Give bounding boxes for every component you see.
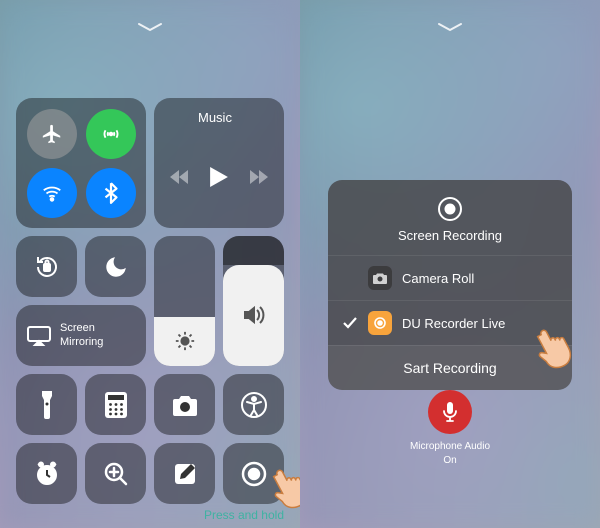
microphone-label: Microphone Audio On bbox=[300, 440, 600, 468]
screen-mirroring-button[interactable]: Screen Mirroring bbox=[16, 305, 146, 366]
du-recorder-icon bbox=[368, 311, 392, 335]
orientation-lock-button[interactable] bbox=[16, 236, 77, 297]
calculator-button[interactable] bbox=[85, 374, 146, 435]
bluetooth-button[interactable] bbox=[86, 168, 136, 218]
screen-recording-popup: Screen Recording Camera Roll DU Recorder… bbox=[328, 180, 572, 390]
checkmark-icon bbox=[342, 317, 358, 329]
screen-recording-panel: Screen Recording Camera Roll DU Recorder… bbox=[300, 0, 600, 528]
option-label: DU Recorder Live bbox=[402, 316, 505, 331]
press-and-hold-hint: Press and hold bbox=[204, 508, 284, 522]
camera-roll-icon bbox=[368, 266, 392, 290]
magnifier-button[interactable] bbox=[85, 443, 146, 504]
start-recording-button[interactable]: Sart Recording bbox=[328, 345, 572, 390]
chevron-down-icon[interactable] bbox=[137, 22, 163, 32]
camera-button[interactable] bbox=[154, 374, 215, 435]
notes-button[interactable] bbox=[154, 443, 215, 504]
screen-mirroring-label: Screen Mirroring bbox=[60, 322, 103, 348]
cellular-data-button[interactable] bbox=[86, 109, 136, 159]
popup-title: Screen Recording bbox=[398, 228, 502, 243]
option-camera-roll[interactable]: Camera Roll bbox=[328, 255, 572, 300]
connectivity-card[interactable] bbox=[16, 98, 146, 228]
record-circle-icon bbox=[437, 196, 463, 222]
music-label: Music bbox=[154, 98, 284, 125]
volume-slider[interactable] bbox=[223, 236, 284, 366]
control-center-panel: Music bbox=[0, 0, 300, 528]
screen-record-button[interactable] bbox=[223, 443, 284, 504]
next-track-button[interactable] bbox=[250, 170, 268, 184]
chevron-down-icon[interactable] bbox=[437, 22, 463, 32]
wifi-button[interactable] bbox=[27, 168, 77, 218]
brightness-slider[interactable] bbox=[154, 236, 215, 366]
play-button[interactable] bbox=[210, 167, 228, 187]
option-du-recorder[interactable]: DU Recorder Live bbox=[328, 300, 572, 345]
option-label: Camera Roll bbox=[402, 271, 474, 286]
alarm-button[interactable] bbox=[16, 443, 77, 504]
music-card[interactable]: Music bbox=[154, 98, 284, 228]
airplane-mode-button[interactable] bbox=[27, 109, 77, 159]
do-not-disturb-button[interactable] bbox=[85, 236, 146, 297]
prev-track-button[interactable] bbox=[170, 170, 188, 184]
microphone-button[interactable] bbox=[428, 390, 472, 434]
accessibility-button[interactable] bbox=[223, 374, 284, 435]
flashlight-button[interactable] bbox=[16, 374, 77, 435]
